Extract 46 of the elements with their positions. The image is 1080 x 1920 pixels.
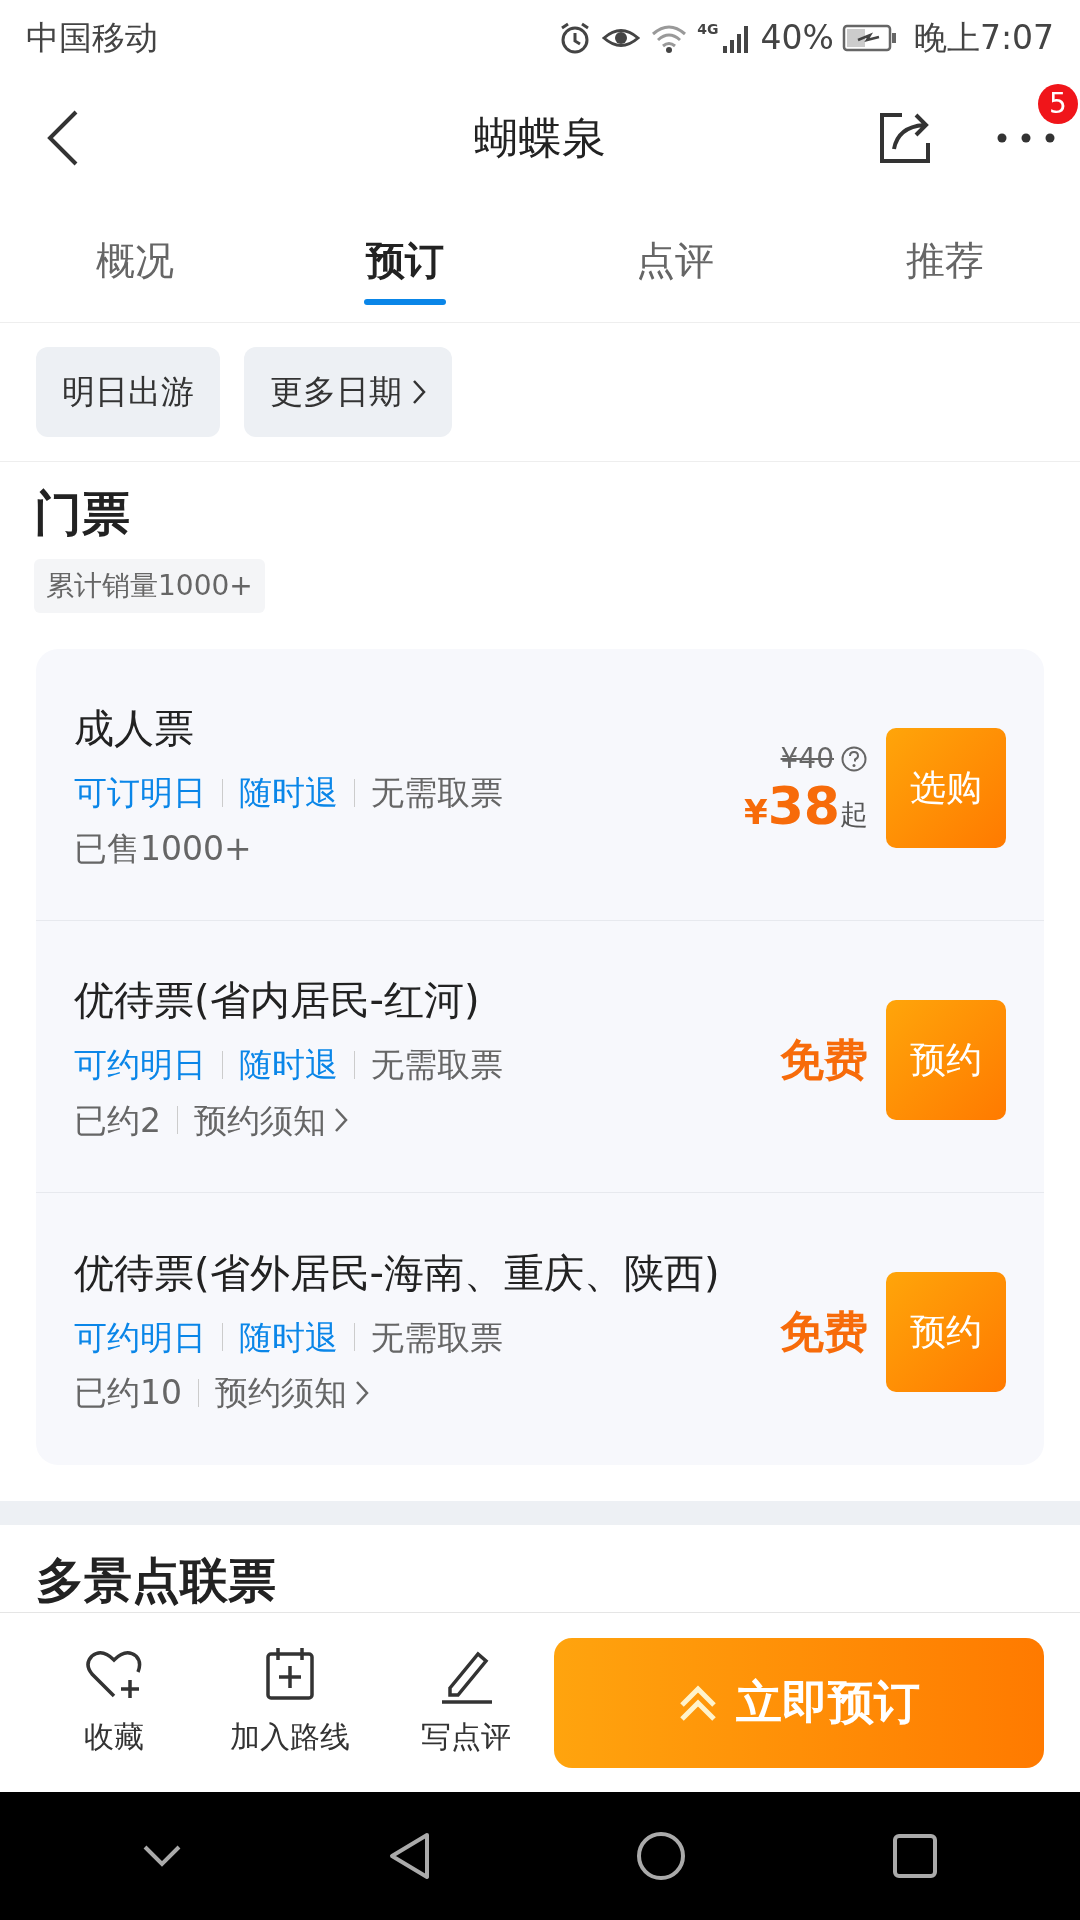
- help-icon: [840, 744, 868, 773]
- ticket-feature: 无需取票: [371, 1044, 503, 1087]
- ticket-feature: 随时退: [239, 1316, 338, 1359]
- page-title: 蝴蝶泉: [474, 110, 606, 165]
- toolbar-button[interactable]: 收藏: [26, 1645, 202, 1760]
- recents-icon[interactable]: [891, 1833, 938, 1879]
- ticket-feature: 无需取票: [371, 772, 503, 815]
- tab[interactable]: 预订: [270, 200, 540, 322]
- ticket-feature: 无需取票: [371, 1316, 503, 1359]
- booking-notice-link[interactable]: 预约须知: [215, 1368, 369, 1418]
- section-title: 多景点联票: [35, 1551, 277, 1611]
- ticket-title: 成人票: [74, 704, 195, 754]
- notification-badge: 5: [1038, 83, 1078, 124]
- toolbar-button[interactable]: 加入路线: [202, 1645, 378, 1760]
- sales-tag: 累计销量1000+: [34, 559, 265, 614]
- tab[interactable]: 推荐: [810, 200, 1080, 322]
- battery-percent: 40%: [760, 16, 834, 59]
- ticket-feature: 可订明日: [74, 772, 206, 815]
- network-label: 4G: [697, 19, 719, 39]
- chevron-icon: [355, 1379, 369, 1406]
- ticket-title: 优待票(省外居民-海南、重庆、陕西): [74, 1248, 721, 1298]
- ticket-feature: 可约明日: [74, 1316, 206, 1359]
- price: ¥38起: [743, 779, 868, 838]
- section-title: 门票: [34, 484, 131, 543]
- toolbar-button[interactable]: 写点评: [378, 1645, 554, 1760]
- tab[interactable]: 点评: [540, 200, 810, 322]
- ticket-title: 优待票(省内居民-红河): [74, 976, 481, 1026]
- ticket-feature: 随时退: [239, 1044, 338, 1087]
- clock-time: 晚上7:07: [913, 16, 1054, 59]
- carrier-name: 中国移动: [26, 16, 158, 59]
- sold-count: 已约10: [74, 1372, 182, 1415]
- date-chip[interactable]: 更多日期: [244, 347, 452, 437]
- battery-icon: [841, 22, 898, 53]
- free-label: 免费: [780, 1305, 868, 1360]
- ticket-feature: 可约明日: [74, 1044, 206, 1087]
- booking-notice-link[interactable]: 预约须知: [194, 1095, 348, 1146]
- ticket-feature: 随时退: [239, 772, 338, 815]
- free-label: 免费: [780, 1032, 868, 1087]
- date-chip[interactable]: 明日出游: [36, 347, 220, 437]
- chevron-icon: [334, 1107, 348, 1134]
- sold-count: 已售1000+: [74, 827, 252, 870]
- tab[interactable]: 概况: [0, 200, 270, 322]
- collapse-icon[interactable]: [142, 1844, 183, 1868]
- home-icon[interactable]: [635, 1830, 688, 1882]
- sold-count: 已约2: [74, 1099, 161, 1142]
- original-price: ¥40: [780, 740, 834, 777]
